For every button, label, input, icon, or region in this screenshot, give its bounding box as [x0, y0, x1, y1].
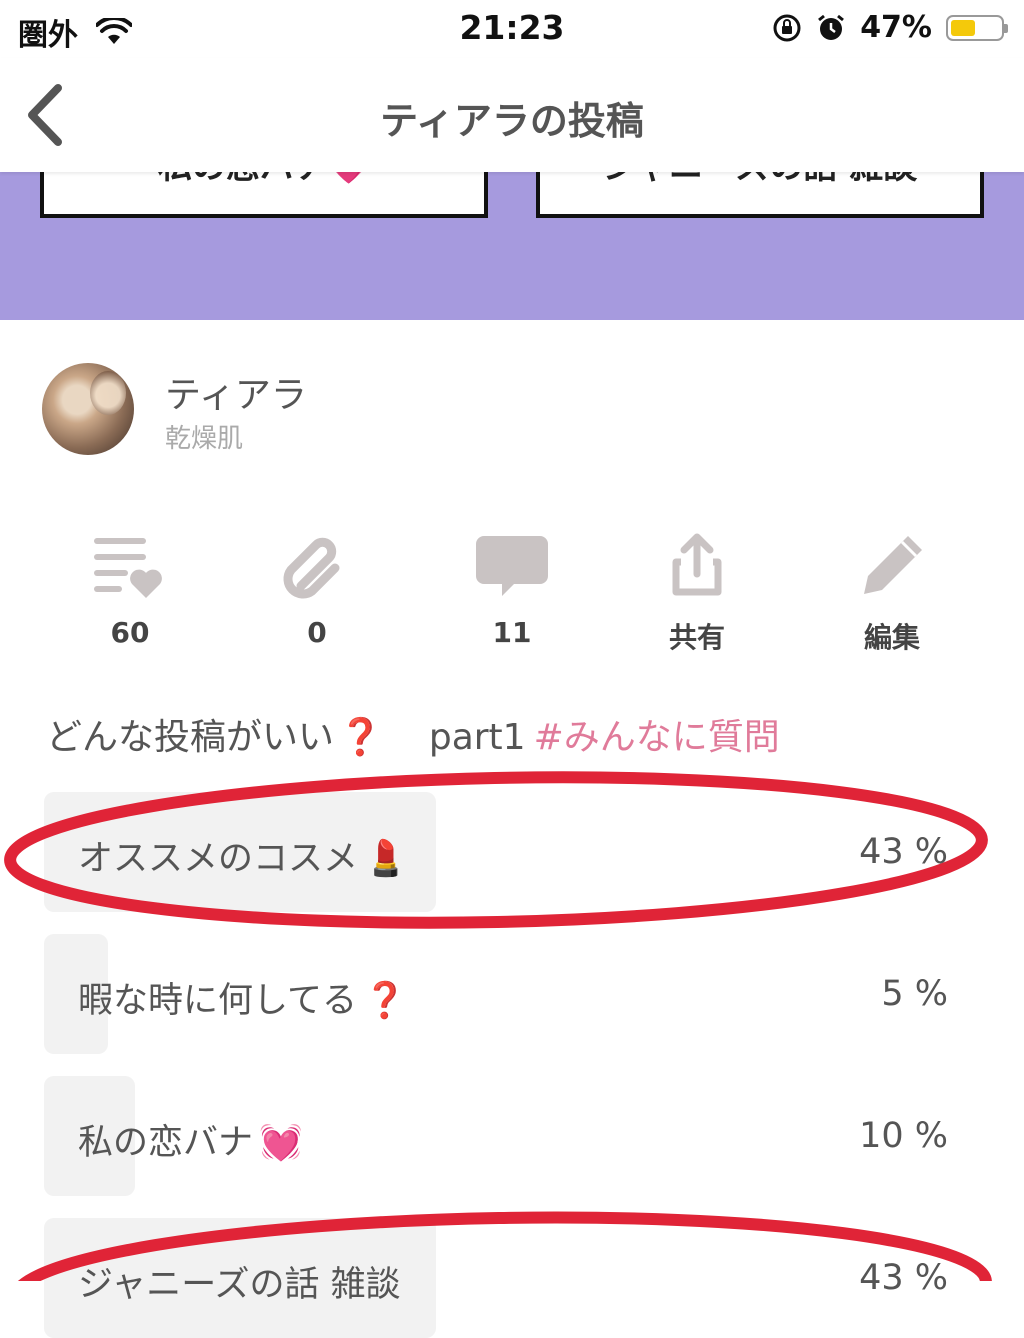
topic-card-love[interactable]: 私の恋バナ💗 [40, 172, 488, 218]
battery-icon [946, 14, 1008, 41]
avatar[interactable] [42, 363, 134, 455]
paperclip-icon [283, 537, 340, 599]
share-label: 共有 [668, 621, 725, 654]
poll-option-label: オススメのコスメ 💄 [78, 839, 408, 879]
share-button[interactable]: 共有 [637, 532, 757, 656]
battery-percent: 47% [860, 10, 932, 45]
poll-option[interactable]: ジャニーズの話 雑談 43 % [44, 1218, 974, 1338]
topic-card-label: ジャニーズの話 雑談 [540, 172, 980, 188]
battery-level [951, 19, 975, 36]
status-right: 47% [772, 10, 1008, 45]
share-icon [672, 533, 722, 596]
heart-icon: 💓 [259, 1123, 303, 1163]
alarm-icon [818, 14, 845, 40]
question-text: どんな投稿がいい [46, 717, 335, 758]
attachment-button[interactable]: 0 [257, 532, 377, 649]
poll-percent: 10 % [859, 1116, 948, 1156]
user-name[interactable]: ティアラ [165, 366, 307, 418]
poll-option[interactable]: 私の恋バナ 💓 10 % [44, 1076, 974, 1196]
comment-icon [476, 536, 548, 596]
poll-percent: 43 % [859, 1258, 948, 1298]
comment-count: 11 [492, 616, 532, 649]
related-topics-banner: 私の恋バナ💗 ジャニーズの話 雑談 [0, 172, 1024, 320]
poll-percent: 5 % [881, 974, 948, 1014]
pencil-icon [864, 536, 922, 594]
question-mark-icon: ❓ [362, 981, 407, 1021]
poll-option[interactable]: 暇な時に何してる ❓ 5 % [44, 934, 974, 1054]
status-bar: 圏外 21:23 47% [0, 0, 1024, 58]
poll-option-label: 私の恋バナ 💓 [78, 1123, 303, 1163]
poll-percent: 43 % [859, 832, 948, 872]
hashtag-link[interactable]: #みんなに質問 [534, 717, 780, 758]
clip-count: 60 [110, 616, 150, 649]
question-mark: ❓ [338, 717, 383, 758]
nav-bar: ティアラの投稿 [0, 58, 1024, 172]
edit-button[interactable]: 編集 [832, 532, 952, 656]
skin-type: 乾燥肌 [165, 424, 244, 454]
poll-option-label: ジャニーズの話 雑談 [78, 1265, 401, 1305]
topic-card-label: 私の恋バナ💗 [44, 172, 484, 188]
question-part: part1 [428, 717, 526, 758]
poll-option[interactable]: オススメのコスメ 💄 43 % [44, 792, 974, 912]
lipstick-icon: 💄 [364, 839, 408, 879]
attachment-count: 0 [307, 616, 327, 649]
clip-list-heart-icon [94, 538, 162, 598]
edit-label: 編集 [863, 621, 920, 654]
comment-button[interactable]: 11 [452, 532, 572, 649]
post-question: どんな投稿がいい ❓ part1 #みんなに質問 [46, 708, 780, 760]
topic-card-johnnys[interactable]: ジャニーズの話 雑談 [536, 172, 984, 218]
clip-count-button[interactable]: 60 [70, 532, 190, 649]
page-title: ティアラの投稿 [380, 99, 644, 143]
rotation-lock-icon [773, 14, 801, 41]
poll-option-label: 暇な時に何してる ❓ [78, 981, 407, 1021]
